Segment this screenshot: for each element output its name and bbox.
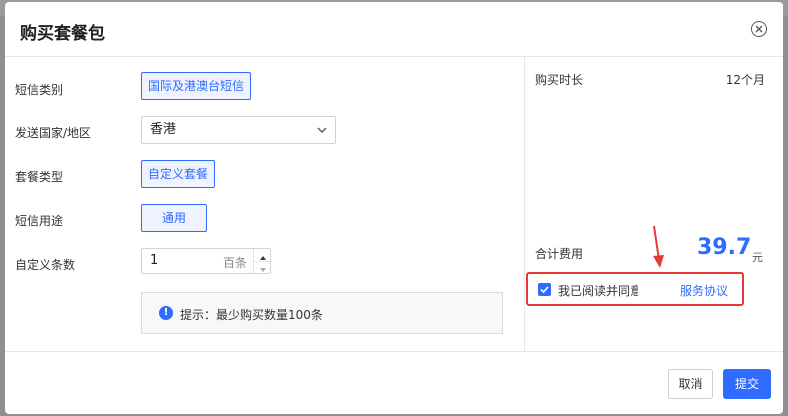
agreement-text: 我已阅读并同意 xyxy=(558,284,638,298)
summary-panel xyxy=(524,57,783,351)
custom-count-label: 自定义条数 xyxy=(15,258,76,272)
country-select[interactable]: 香港 xyxy=(141,116,336,144)
country-label: 发送国家/地区 xyxy=(15,126,92,140)
total-unit: 元 xyxy=(752,251,763,264)
sms-category-option[interactable]: 国际及港澳台短信 xyxy=(141,72,252,100)
check-icon xyxy=(540,286,549,294)
decrement-button[interactable] xyxy=(254,261,272,273)
agreement-highlight: 我已阅读并同意 服务协议 xyxy=(526,272,744,306)
package-type-label: 套餐类型 xyxy=(15,170,64,184)
service-agreement-link[interactable]: 服务协议 xyxy=(680,282,728,299)
cancel-button[interactable]: 取消 xyxy=(668,369,713,399)
close-button[interactable] xyxy=(751,21,767,37)
duration-label: 购买时长 xyxy=(535,73,584,87)
sms-purpose-label: 短信用途 xyxy=(15,214,64,228)
sms-category-label: 短信类别 xyxy=(15,83,64,97)
duration-value: 12个月 xyxy=(725,73,765,87)
quantity-stepper[interactable]: 1 百条 xyxy=(141,248,272,274)
submit-button[interactable]: 提交 xyxy=(723,369,771,399)
chevron-down-icon xyxy=(317,127,327,133)
country-value: 香港 xyxy=(150,122,177,137)
tip-text: 提示：最少购买数量100条 xyxy=(180,308,323,322)
sms-purpose-option[interactable]: 通用 xyxy=(141,204,207,232)
info-icon: ! xyxy=(159,306,173,320)
close-icon xyxy=(755,25,763,33)
dialog-footer: 取消 提交 xyxy=(5,351,783,414)
total-price: 39.7 xyxy=(697,235,752,260)
dialog-title: 购买套餐包 xyxy=(20,24,105,44)
purchase-package-dialog: 购买套餐包 取消 提交 xyxy=(5,2,783,414)
total-label: 合计费用 xyxy=(535,247,584,261)
quantity-value: 1 xyxy=(150,253,159,268)
package-type-option[interactable]: 自定义套餐 xyxy=(141,160,216,188)
agreement-checkbox[interactable] xyxy=(538,283,551,296)
dialog-header: 购买套餐包 xyxy=(5,2,783,57)
caret-down-icon xyxy=(260,268,266,272)
tip-box: ! 提示：最少购买数量100条 xyxy=(141,292,503,334)
stepper-controls xyxy=(253,249,272,273)
quantity-unit: 百条 xyxy=(223,256,248,270)
red-arrow-icon xyxy=(653,225,664,268)
